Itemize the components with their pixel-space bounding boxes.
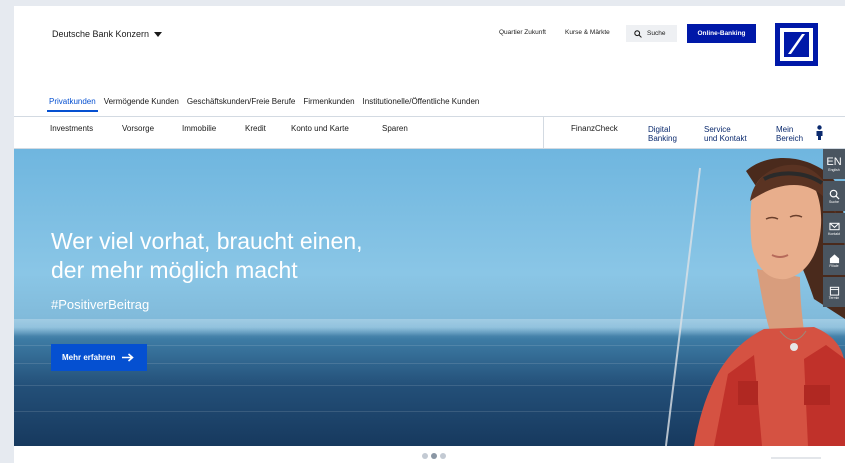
hero-headline-line2: der mehr möglich macht	[51, 257, 298, 283]
search-button-label: Suche	[647, 30, 666, 37]
nav-investments[interactable]: Investments	[50, 124, 93, 133]
calendar-icon	[829, 286, 839, 296]
quartier-zukunft-link[interactable]: Quartier Zukunft	[499, 29, 546, 36]
arrow-right-icon	[122, 353, 135, 362]
hero-hashtag: #PositiverBeitrag	[51, 297, 150, 312]
group-selector-label: Deutsche Bank Konzern	[52, 29, 150, 39]
quick-links-sidebar: EN English Suche Kontakt Filiale Termin	[823, 149, 845, 309]
segment-tabs: Privatkunden Vermögende Kunden Geschäfts…	[47, 94, 481, 116]
carousel-dot[interactable]	[422, 453, 428, 459]
woman-portrait-image	[694, 157, 845, 446]
top-bar: Deutsche Bank Konzern Quartier Zukunft K…	[14, 6, 845, 88]
carousel-dot-active[interactable]	[431, 453, 437, 459]
nav-digital-banking-line2: Banking	[648, 134, 677, 143]
tab-geschaeftskunden[interactable]: Geschäftskunden/Freie Berufe	[185, 94, 298, 112]
hero-headline-line1: Wer viel vorhat, braucht einen,	[51, 228, 363, 254]
tab-vermoegende-kunden[interactable]: Vermögende Kunden	[102, 94, 181, 112]
search-button[interactable]: Suche	[626, 25, 677, 42]
nav-digital-banking-line1: Digital	[648, 125, 671, 134]
nav-mein-bereich-line1: Mein	[776, 125, 794, 134]
language-switch-button[interactable]: EN English	[823, 149, 845, 179]
nav-digital-banking[interactable]: Digital Banking	[648, 125, 677, 143]
group-selector[interactable]: Deutsche Bank Konzern	[52, 29, 163, 39]
mehr-erfahren-button[interactable]: Mehr erfahren	[51, 344, 147, 371]
side-branch-button[interactable]: Filiale	[823, 245, 845, 275]
nav-service-line2: und Kontakt	[704, 134, 747, 143]
tab-privatkunden[interactable]: Privatkunden	[47, 94, 98, 112]
caret-down-icon	[154, 31, 163, 37]
nav-sparen[interactable]: Sparen	[382, 124, 408, 133]
carousel-dots	[422, 453, 446, 459]
main-nav: Investments Vorsorge Immobilie Kredit Ko…	[14, 117, 845, 149]
nav-mein-bereich-line2: Bereich	[776, 134, 804, 143]
side-search-button[interactable]: Suche	[823, 181, 845, 211]
hero-banner: Wer viel vorhat, braucht einen, der mehr…	[14, 149, 845, 446]
side-search-label: Suche	[829, 199, 839, 204]
bottom-control	[771, 457, 821, 459]
search-icon	[634, 29, 642, 38]
language-label: English	[828, 167, 840, 172]
nav-konto-und-karte[interactable]: Konto und Karte	[291, 124, 349, 133]
side-appointment-button[interactable]: Termin	[823, 277, 845, 307]
nav-divider	[543, 117, 544, 148]
kurse-maerkte-link[interactable]: Kurse & Märkte	[565, 29, 610, 36]
nav-vorsorge[interactable]: Vorsorge	[122, 124, 154, 133]
tab-firmenkunden[interactable]: Firmenkunden	[301, 94, 356, 112]
side-branch-label: Filiale	[829, 263, 839, 268]
mail-icon	[828, 222, 840, 230]
nav-finanzcheck[interactable]: FinanzCheck	[571, 124, 618, 133]
home-icon	[829, 253, 839, 263]
search-icon	[829, 189, 840, 200]
side-contact-button[interactable]: Kontakt	[823, 213, 845, 243]
hero-headline: Wer viel vorhat, braucht einen, der mehr…	[51, 227, 451, 285]
nav-immobilie[interactable]: Immobilie	[182, 124, 216, 133]
page-frame: Deutsche Bank Konzern Quartier Zukunft K…	[14, 6, 845, 463]
logo-slash-icon	[780, 28, 813, 61]
nav-service-line1: Service	[704, 125, 731, 134]
side-appointment-label: Termin	[828, 295, 840, 300]
nav-mein-bereich[interactable]: Mein Bereich	[776, 125, 803, 143]
nav-service-kontakt[interactable]: Service und Kontakt	[704, 125, 747, 143]
tab-institutionelle-kunden[interactable]: Institutionelle/Öffentliche Kunden	[361, 94, 482, 112]
mehr-erfahren-label: Mehr erfahren	[62, 353, 116, 362]
person-icon	[816, 125, 823, 140]
side-contact-label: Kontakt	[828, 231, 840, 236]
carousel-dot[interactable]	[440, 453, 446, 459]
language-icon: EN	[826, 155, 842, 168]
deutsche-bank-logo[interactable]	[775, 23, 818, 66]
nav-kredit[interactable]: Kredit	[245, 124, 266, 133]
online-banking-button[interactable]: Online-Banking	[687, 24, 756, 43]
